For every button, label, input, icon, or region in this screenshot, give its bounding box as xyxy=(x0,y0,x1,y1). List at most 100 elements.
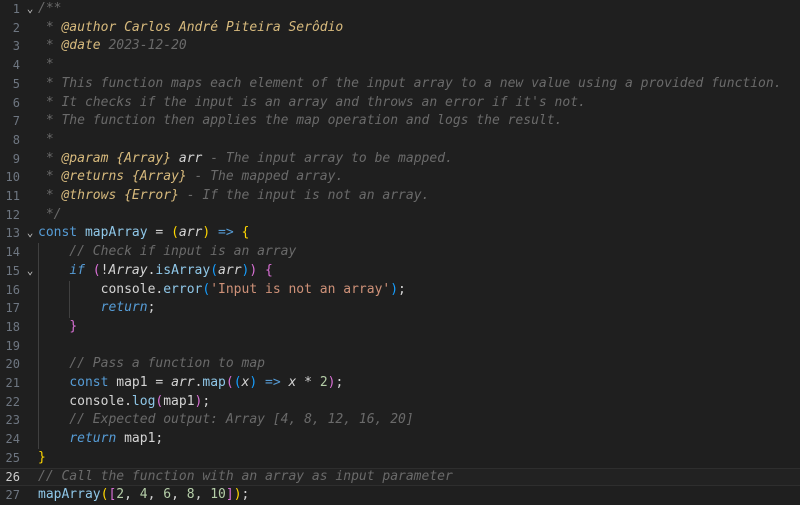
code-token: // Call the function with an array as in… xyxy=(38,468,453,484)
code-editor[interactable]: 1 ⌄/** 2 * @author Carlos André Piteira Se… xyxy=(0,0,800,505)
code-token: ( xyxy=(233,375,242,390)
code-token: ; xyxy=(147,300,156,316)
code-token: - The input array to be mapped. xyxy=(202,150,453,166)
code-line[interactable]: 22 console.log(map1); xyxy=(0,393,800,412)
code-line[interactable]: 20 // Pass a function to map xyxy=(0,355,800,374)
line-number: 1 xyxy=(12,2,20,16)
code-line[interactable]: 9 * @param {Array} arr - The input array… xyxy=(0,150,800,169)
line-number: 12 xyxy=(5,207,20,222)
code-line[interactable]: 13 ⌄ const mapArray = (arr) => { xyxy=(0,224,800,243)
code-token: arr xyxy=(178,225,203,241)
code-token: ; xyxy=(335,375,344,390)
code-token: => xyxy=(265,375,281,390)
code-text: } xyxy=(38,318,77,337)
code-text: // Call the function with an array as in… xyxy=(38,468,453,487)
code-token: 8 xyxy=(186,487,195,503)
line-number: 7 xyxy=(12,114,20,129)
fold-chevron-down-icon[interactable]: ⌄ xyxy=(24,224,36,243)
code-line[interactable]: 14 // Check if input is an array xyxy=(0,243,800,262)
code-line[interactable]: 10 * @returns {Array} - The mapped array… xyxy=(0,168,800,187)
code-token: * The function then applies the map oper… xyxy=(38,113,563,129)
line-number: 14 xyxy=(5,245,20,260)
code-line[interactable]: 17 return; xyxy=(0,299,800,318)
code-text: // Pass a function to map xyxy=(38,355,265,374)
code-token: @throws xyxy=(61,188,117,203)
code-text: * xyxy=(38,131,54,150)
code-token: map1 xyxy=(163,393,195,409)
code-line[interactable]: 25} xyxy=(0,449,800,468)
code-token: ( xyxy=(171,225,179,241)
code-token: { xyxy=(265,262,273,278)
line-number: 13 xyxy=(5,226,20,241)
code-line[interactable]: 21 const map1 = arr.map((x) => x * 2); xyxy=(0,374,800,393)
code-token: ; xyxy=(202,393,211,409)
code-token: 2023-12-20 xyxy=(100,38,187,54)
code-line[interactable]: 8 * xyxy=(0,131,800,150)
code-line[interactable]: 1 ⌄/** xyxy=(0,0,800,19)
code-token: const xyxy=(38,225,78,241)
code-token: ( xyxy=(92,262,101,278)
code-line[interactable]: 18 } xyxy=(0,318,800,337)
code-line[interactable]: 26 // Call the function with an array as … xyxy=(0,467,800,487)
fold-chevron-down-icon[interactable]: ⌄ xyxy=(24,0,36,19)
code-token: map xyxy=(202,375,226,390)
code-line[interactable]: 19 xyxy=(0,337,800,356)
code-text: console.error('Input is not an array'); xyxy=(38,281,406,300)
code-line[interactable]: 12 */ xyxy=(0,206,800,225)
code-token: // Check if input is an array xyxy=(38,244,297,260)
code-line[interactable]: 4 * xyxy=(0,56,800,75)
code-token: console. xyxy=(38,281,164,297)
code-text: * It checks if the input is an array and… xyxy=(38,94,586,113)
line-number: 11 xyxy=(5,189,20,203)
line-number: 16 xyxy=(5,282,20,297)
code-line[interactable]: 15 ⌄ if (!Array.isArray(arr)) { xyxy=(0,262,800,281)
code-token: error xyxy=(163,281,203,297)
code-token: { xyxy=(241,225,250,241)
code-line[interactable]: 6 * It checks if the input is an array a… xyxy=(0,94,800,113)
line-number: 25 xyxy=(5,450,20,465)
code-line[interactable]: 24 return map1; xyxy=(0,430,800,449)
code-text: * @param {Array} arr - The input array t… xyxy=(38,150,453,169)
code-token: * It checks if the input is an array and… xyxy=(38,94,586,110)
line-number: 18 xyxy=(5,319,20,334)
code-token: = xyxy=(147,225,172,241)
code-token: map1; xyxy=(116,431,164,447)
line-number: 6 xyxy=(12,95,20,110)
code-token: , xyxy=(147,487,164,503)
code-token: ; xyxy=(398,281,406,297)
code-line[interactable]: 7 * The function then applies the map op… xyxy=(0,112,800,131)
fold-chevron-down-icon[interactable]: ⌄ xyxy=(24,262,36,281)
code-token: * xyxy=(38,150,62,166)
code-line[interactable]: 11 * @throws {Error} - If the input is n… xyxy=(0,187,800,206)
code-token: isArray xyxy=(155,262,211,278)
code-line[interactable]: 27 mapArray([2, 4, 6, 8, 10]); xyxy=(0,486,800,505)
line-number: 27 xyxy=(5,488,20,503)
code-line[interactable]: 16 console.error('Input is not an array'… xyxy=(0,281,800,300)
code-line[interactable]: 3 * @date 2023-12-20 xyxy=(0,37,800,56)
code-token: arr xyxy=(218,262,242,278)
code-text: // Expected output: Array [4, 8, 12, 16,… xyxy=(38,411,413,430)
code-text: * @date 2023-12-20 xyxy=(38,37,187,56)
code-token: ) xyxy=(249,375,258,390)
code-token: ] xyxy=(225,487,234,503)
code-line[interactable]: 2 * @author Carlos André Piteira Serôdio xyxy=(0,19,800,38)
line-number: 8 xyxy=(12,132,20,147)
code-token: @date xyxy=(61,38,101,54)
code-token: * xyxy=(38,38,62,54)
line-number: 19 xyxy=(5,338,20,353)
code-text: // Check if input is an array xyxy=(38,243,296,262)
code-line[interactable]: 23 // Expected output: Array [4, 8, 12, … xyxy=(0,411,800,430)
line-number: 4 xyxy=(12,58,20,73)
code-token: log xyxy=(131,393,156,409)
code-token: ( xyxy=(210,262,219,278)
code-token: */ xyxy=(38,206,62,222)
code-text: return map1; xyxy=(38,430,163,449)
code-token: 2 xyxy=(319,375,328,390)
code-text: console.log(map1); xyxy=(38,393,210,412)
code-line[interactable]: 5 * This function maps each element of t… xyxy=(0,75,800,94)
